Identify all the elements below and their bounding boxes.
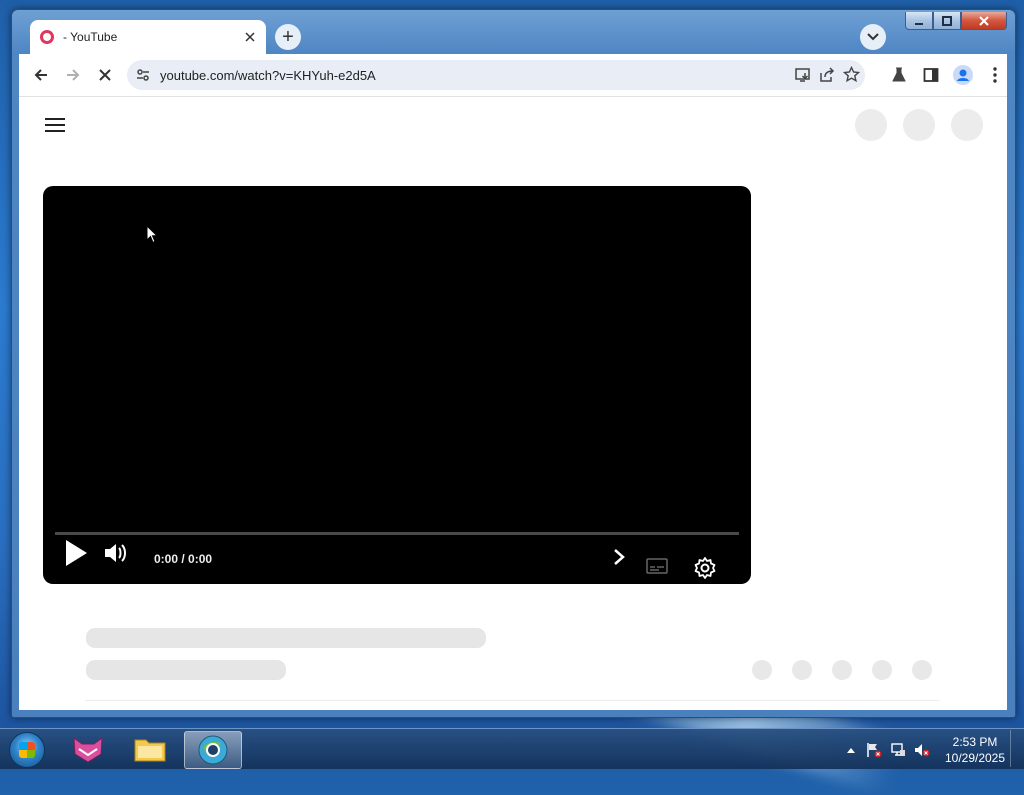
action-placeholder-2: [792, 660, 812, 680]
action-placeholder-4: [872, 660, 892, 680]
taskbar-app-unknown[interactable]: [60, 731, 116, 767]
youtube-favicon-icon: [40, 30, 54, 44]
clock-date: 10/29/2025: [944, 751, 1006, 765]
clock-time: 2:53 PM: [952, 735, 998, 749]
taskbar-file-explorer[interactable]: [122, 731, 178, 767]
volume-muted-icon: [915, 744, 930, 757]
tab-close-icon[interactable]: [242, 30, 258, 45]
settings-button[interactable]: [692, 555, 718, 581]
chevron-up-icon: [847, 748, 855, 753]
network-icon[interactable]: [890, 742, 906, 758]
kebab-menu-icon: [993, 67, 997, 83]
minimize-button[interactable]: [905, 12, 933, 30]
stop-loading-button[interactable]: [94, 64, 116, 86]
browser-toolbar: youtube.com/watch?v=KHYuh-e2d5A: [19, 54, 1007, 96]
folder-icon: [134, 739, 166, 762]
close-icon: [99, 69, 111, 81]
subtitles-button[interactable]: [645, 556, 669, 576]
chevron-right-icon: [614, 549, 625, 565]
install-app-icon[interactable]: [795, 67, 812, 88]
address-bar[interactable]: youtube.com/watch?v=KHYuh-e2d5A: [127, 60, 865, 90]
share-icon[interactable]: [819, 67, 835, 88]
time-display: 0:00 / 0:00: [154, 552, 213, 566]
url-text[interactable]: youtube.com/watch?v=KHYuh-e2d5A: [160, 68, 376, 83]
play-button[interactable]: [62, 539, 90, 567]
bookmark-star-icon[interactable]: [842, 65, 861, 88]
labs-button[interactable]: [888, 64, 910, 86]
header-placeholder-1: [855, 109, 887, 141]
mute-button[interactable]: [102, 541, 130, 565]
gear-icon: [694, 557, 716, 579]
flask-icon: [892, 67, 906, 82]
flag-warning-icon: [867, 743, 882, 758]
header-placeholder-3: [951, 109, 983, 141]
forward-arrow-icon: [67, 69, 80, 81]
next-chapter-button[interactable]: [609, 547, 629, 567]
browser-window: - YouTube + youtube.com/watch?v=KHYuh-e2…: [11, 9, 1016, 718]
show-hidden-icons-button[interactable]: [843, 742, 859, 758]
chevron-down-icon: [867, 33, 879, 41]
progress-bar[interactable]: [55, 532, 739, 535]
video-player[interactable]: 0:00 / 0:00: [43, 186, 751, 584]
system-clock[interactable]: 2:53 PM 10/29/2025: [940, 734, 1010, 766]
mouse-cursor-icon: [146, 225, 158, 244]
action-center-icon[interactable]: [866, 742, 882, 758]
show-desktop-button[interactable]: [1010, 730, 1023, 767]
browser-menu-button[interactable]: [984, 64, 1006, 86]
channel-placeholder: [86, 660, 286, 680]
avatar-icon: [953, 65, 973, 85]
maximize-button[interactable]: [933, 12, 961, 30]
action-placeholder-5: [912, 660, 932, 680]
taskbar: 2:53 PM 10/29/2025: [0, 728, 1024, 769]
start-button[interactable]: [9, 732, 45, 768]
action-placeholder-3: [832, 660, 852, 680]
tab-title: - YouTube: [63, 30, 118, 44]
new-tab-button[interactable]: +: [275, 24, 301, 50]
volume-tray-icon[interactable]: [914, 742, 930, 758]
volume-icon: [105, 544, 126, 562]
title-placeholder: [86, 628, 486, 648]
tab-search-button[interactable]: [860, 24, 886, 50]
browser-globe-icon: [198, 735, 228, 765]
profile-button[interactable]: [952, 64, 974, 86]
play-icon: [66, 540, 87, 566]
side-panel-button[interactable]: [920, 64, 942, 86]
site-info-icon[interactable]: [136, 68, 150, 87]
guide-menu-icon[interactable]: [45, 118, 65, 134]
taskbar-browser[interactable]: [184, 731, 242, 769]
back-arrow-icon: [34, 69, 47, 81]
forward-button[interactable]: [62, 64, 84, 86]
content-divider: [85, 700, 940, 701]
network-monitor-icon: [891, 743, 905, 756]
back-button[interactable]: [30, 64, 52, 86]
action-placeholder-1: [752, 660, 772, 680]
side-panel-icon: [923, 68, 939, 82]
subtitles-icon: [646, 558, 668, 574]
close-window-button[interactable]: [961, 12, 1007, 30]
window-controls: [905, 12, 1007, 30]
header-placeholder-2: [903, 109, 935, 141]
cat-app-icon: [73, 736, 103, 763]
youtube-page: 0:00 / 0:00: [19, 96, 1007, 710]
tab-youtube[interactable]: - YouTube: [30, 20, 266, 54]
